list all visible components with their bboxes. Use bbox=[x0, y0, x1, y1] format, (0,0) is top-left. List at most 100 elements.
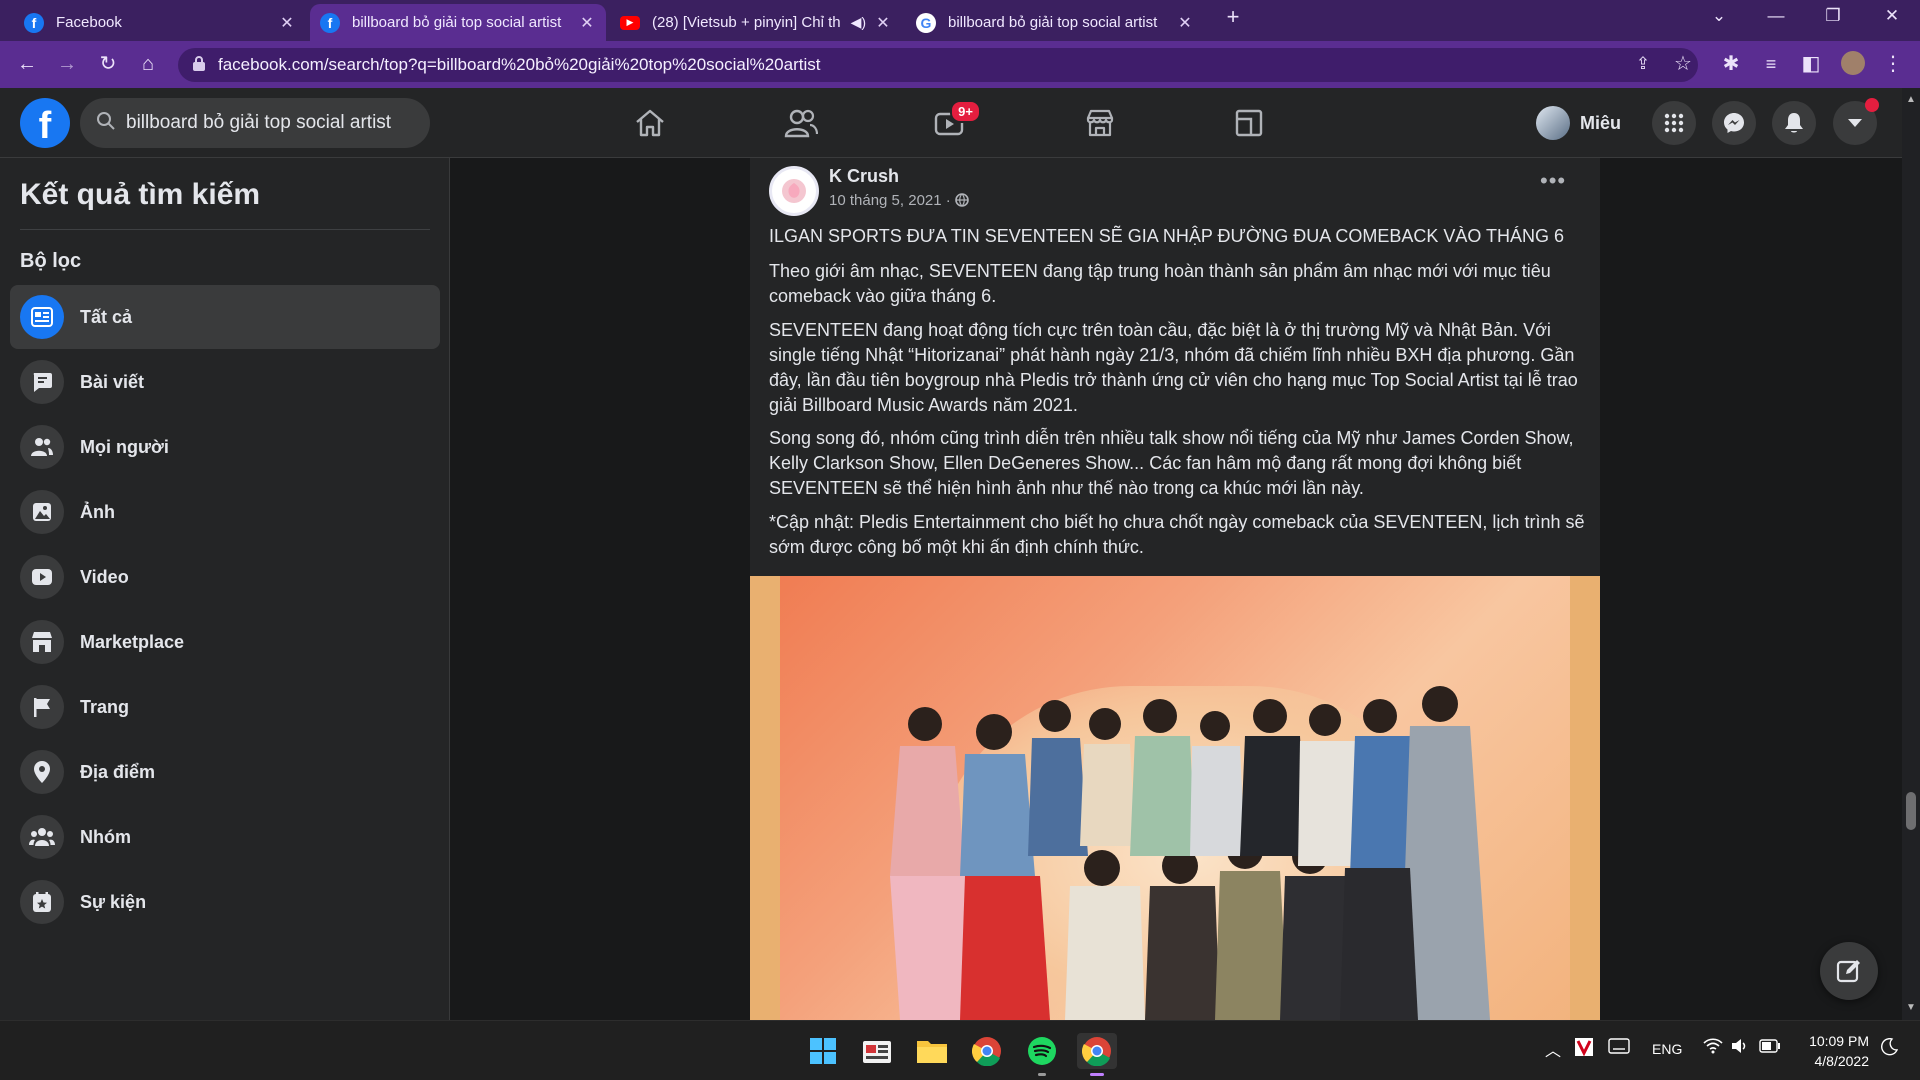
close-icon[interactable]: ✕ bbox=[278, 13, 296, 33]
filter-item-photos[interactable]: Ảnh bbox=[10, 480, 440, 544]
url-text[interactable]: facebook.com/search/top?q=billboard%20bỏ… bbox=[218, 55, 820, 75]
messenger-icon[interactable] bbox=[1712, 101, 1756, 145]
close-icon[interactable]: ✕ bbox=[1176, 13, 1194, 33]
filter-item-events[interactable]: Sự kiện bbox=[10, 870, 440, 934]
location-pin-icon bbox=[20, 750, 64, 794]
gaming-nav-icon[interactable] bbox=[1225, 102, 1273, 144]
language-indicator[interactable]: ENG bbox=[1652, 1041, 1682, 1057]
post-photo[interactable] bbox=[750, 576, 1600, 1020]
scroll-down-icon[interactable]: ▼ bbox=[1906, 1002, 1916, 1013]
pages-flag-icon bbox=[20, 685, 64, 729]
chrome-menu-icon[interactable]: ⋮ bbox=[1880, 51, 1906, 77]
side-panel-icon[interactable]: ◧ bbox=[1798, 51, 1824, 77]
filter-label: Ảnh bbox=[80, 501, 115, 522]
post-paragraph: Theo giới âm nhạc, SEVENTEEN đang tập tr… bbox=[769, 261, 1551, 306]
windows-taskbar: ︿ ENG 10:09 PM 4/8/2022 bbox=[0, 1020, 1920, 1080]
back-button[interactable]: ← bbox=[14, 51, 40, 77]
address-bar[interactable]: facebook.com/search/top?q=billboard%20bỏ… bbox=[178, 48, 1698, 82]
antivirus-tray-icon[interactable] bbox=[1574, 1037, 1594, 1060]
post-author[interactable]: K Crush bbox=[829, 166, 899, 187]
home-button[interactable]: ⌂ bbox=[135, 51, 161, 77]
focus-assist-moon-icon[interactable] bbox=[1880, 1037, 1899, 1059]
profile-name: Miêu bbox=[1580, 112, 1622, 133]
filter-item-posts[interactable]: Bài viết bbox=[10, 350, 440, 414]
browser-tab[interactable]: G billboard bỏ giải top social artist ✕ bbox=[906, 4, 1204, 41]
notifications-bell-icon[interactable] bbox=[1772, 101, 1816, 145]
chrome-app-active-icon[interactable] bbox=[1077, 1033, 1117, 1076]
search-input[interactable] bbox=[126, 112, 416, 134]
minimize-button[interactable]: — bbox=[1756, 6, 1796, 26]
youtube-icon: ▶ bbox=[620, 15, 640, 30]
scrollbar-thumb[interactable] bbox=[1906, 792, 1916, 830]
show-hidden-icons-chevron-icon[interactable]: ︿ bbox=[1545, 1037, 1561, 1061]
widgets-app-icon[interactable] bbox=[859, 1033, 895, 1069]
browser-tab[interactable]: ▶ (28) [Vietsub + pinyin] Chỉ th ◀) ✕ bbox=[610, 4, 902, 41]
more-options-icon[interactable]: ••• bbox=[1540, 168, 1566, 194]
profile-avatar[interactable] bbox=[1840, 51, 1866, 77]
wifi-icon[interactable] bbox=[1703, 1038, 1723, 1057]
browser-tab-active[interactable]: f billboard bỏ giải top social artist ✕ bbox=[310, 4, 606, 41]
page-scrollbar[interactable]: ▲ ▼ bbox=[1902, 88, 1920, 1020]
avatar[interactable] bbox=[769, 166, 819, 216]
windows-start-icon[interactable] bbox=[805, 1033, 841, 1069]
filter-item-all[interactable]: Tất cả bbox=[10, 285, 440, 349]
extensions-puzzle-icon[interactable]: ✱ bbox=[1718, 51, 1744, 77]
filter-label: Sự kiện bbox=[80, 891, 147, 912]
search-results-feed: K Crush 10 tháng 5, 2021 · ••• ILGAN SPO… bbox=[451, 158, 1902, 1020]
notification-badge: 9+ bbox=[950, 100, 981, 123]
filter-item-places[interactable]: Địa điểm bbox=[10, 740, 440, 804]
post-timestamp[interactable]: 10 tháng 5, 2021 · bbox=[829, 192, 969, 209]
new-message-button[interactable] bbox=[1820, 942, 1878, 1000]
browser-tab-strip: f Facebook ✕ f billboard bỏ giải top soc… bbox=[0, 0, 1920, 41]
account-dropdown-icon[interactable] bbox=[1833, 98, 1879, 145]
scroll-up-icon[interactable]: ▲ bbox=[1906, 94, 1916, 105]
keyboard-icon[interactable] bbox=[1608, 1038, 1630, 1057]
notification-dot bbox=[1865, 98, 1879, 112]
tab-title: Facebook bbox=[56, 14, 122, 31]
media-control-icon[interactable]: ≡ bbox=[1758, 51, 1784, 77]
close-icon[interactable]: ✕ bbox=[874, 13, 892, 33]
share-icon[interactable]: ⇪ bbox=[1630, 51, 1656, 77]
browser-tab[interactable]: f Facebook ✕ bbox=[14, 4, 306, 41]
spotify-app-icon[interactable] bbox=[1024, 1033, 1060, 1076]
tab-search-chevron-icon[interactable]: ⌄ bbox=[1699, 6, 1739, 26]
browser-toolbar: ← → ↻ ⌂ facebook.com/search/top?q=billbo… bbox=[0, 41, 1920, 88]
file-explorer-icon[interactable] bbox=[914, 1033, 950, 1069]
forward-button[interactable]: → bbox=[54, 51, 80, 77]
facebook-search-box[interactable] bbox=[80, 98, 430, 148]
post-paragraph: SEVENTEEN đang hoạt động tích cực trên t… bbox=[769, 320, 1578, 415]
avatar bbox=[1536, 106, 1570, 140]
bookmark-star-icon[interactable]: ☆ bbox=[1670, 51, 1696, 77]
friends-nav-icon[interactable] bbox=[777, 102, 825, 144]
reload-button[interactable]: ↻ bbox=[95, 51, 121, 77]
filter-item-video[interactable]: Video bbox=[10, 545, 440, 609]
chrome-app-icon[interactable] bbox=[969, 1033, 1005, 1069]
menu-grid-icon[interactable] bbox=[1652, 101, 1696, 145]
posts-icon bbox=[20, 360, 64, 404]
profile-link[interactable]: Miêu bbox=[1536, 102, 1621, 144]
restore-button[interactable]: ❐ bbox=[1813, 6, 1853, 26]
photos-icon bbox=[20, 490, 64, 534]
close-window-button[interactable]: ✕ bbox=[1872, 6, 1912, 26]
new-tab-button[interactable]: + bbox=[1213, 4, 1253, 30]
filter-item-marketplace[interactable]: Marketplace bbox=[10, 610, 440, 674]
facebook-logo-icon[interactable]: f bbox=[20, 98, 70, 148]
google-icon: G bbox=[916, 12, 936, 33]
tab-title: billboard bỏ giải top social artist bbox=[948, 14, 1158, 31]
battery-icon[interactable] bbox=[1759, 1039, 1781, 1056]
filter-item-groups[interactable]: Nhóm bbox=[10, 805, 440, 869]
post-card: K Crush 10 tháng 5, 2021 · ••• ILGAN SPO… bbox=[750, 158, 1600, 1020]
watch-nav-icon[interactable]: 9+ bbox=[925, 100, 981, 144]
close-icon[interactable]: ✕ bbox=[578, 13, 596, 33]
lock-icon[interactable] bbox=[192, 55, 206, 76]
search-filters-sidebar: Kết quả tìm kiếm Bộ lọc Tất cả Bài viết … bbox=[0, 158, 450, 1020]
speaker-icon[interactable]: ◀) bbox=[851, 14, 866, 31]
home-nav-icon[interactable] bbox=[626, 102, 674, 144]
volume-icon[interactable] bbox=[1731, 1038, 1749, 1057]
marketplace-nav-icon[interactable] bbox=[1076, 102, 1124, 144]
post-date[interactable]: 10 tháng 5, 2021 · bbox=[829, 192, 955, 209]
all-results-icon bbox=[20, 295, 64, 339]
filter-item-pages[interactable]: Trang bbox=[10, 675, 440, 739]
clock[interactable]: 10:09 PM 4/8/2022 bbox=[1805, 1031, 1869, 1071]
filter-item-people[interactable]: Mọi người bbox=[10, 415, 440, 479]
